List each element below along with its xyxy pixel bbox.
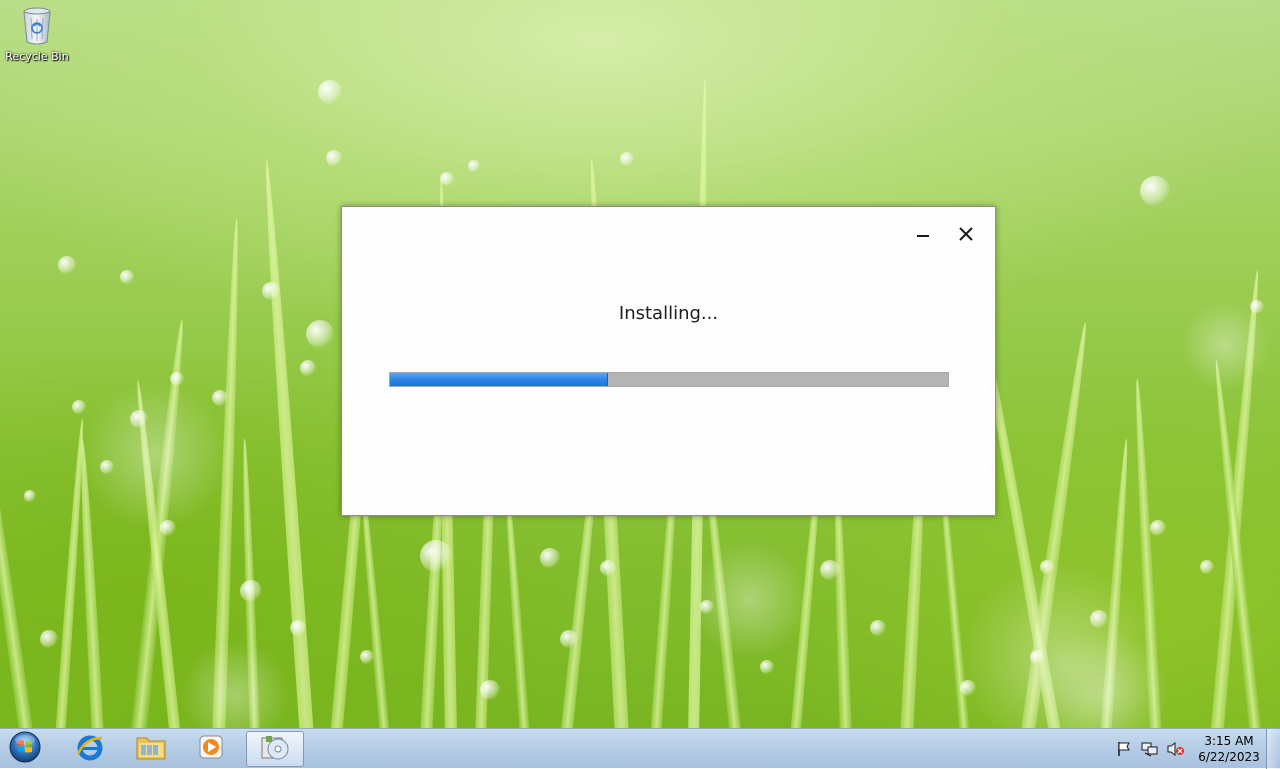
dew-drop <box>240 580 262 602</box>
close-button[interactable] <box>951 221 981 251</box>
dew-drop <box>318 80 342 104</box>
network-icon[interactable] <box>1140 739 1160 759</box>
close-icon <box>958 226 974 246</box>
media-player-icon <box>196 732 226 766</box>
taskbar-item-installer[interactable] <box>246 731 304 767</box>
recycle-bin-label: Recycle Bin <box>5 50 69 63</box>
dew-drop <box>468 160 480 172</box>
clock-date: 6/22/2023 <box>1198 750 1260 764</box>
dew-drop <box>820 560 840 580</box>
grass-blade <box>0 360 34 728</box>
dew-drop <box>72 400 86 414</box>
dew-drop <box>24 490 36 502</box>
start-button[interactable] <box>6 731 44 767</box>
dew-drop <box>440 172 454 186</box>
dew-drop <box>620 152 634 166</box>
minimize-icon <box>916 227 930 246</box>
dew-drop <box>300 360 316 376</box>
install-status-text: Installing... <box>618 303 719 324</box>
volume-muted-icon[interactable] <box>1166 739 1186 759</box>
dew-drop <box>40 630 58 648</box>
dew-drop <box>760 660 774 674</box>
dew-drop <box>480 680 500 700</box>
minimize-button[interactable] <box>908 221 938 251</box>
dew-drop <box>540 548 560 568</box>
bokeh-light <box>80 380 230 530</box>
clock-time: 3:15 AM <box>1204 734 1254 748</box>
install-progress-bar <box>389 372 949 387</box>
taskbar-item-windows-explorer[interactable] <box>123 731 179 767</box>
action-center-flag-icon[interactable] <box>1114 739 1134 759</box>
dew-drop <box>600 560 616 576</box>
taskbar-item-internet-explorer[interactable] <box>62 731 118 767</box>
dew-drop <box>870 620 886 636</box>
dew-drop <box>360 650 374 664</box>
install-progress-fill <box>390 373 608 386</box>
internet-explorer-icon <box>75 732 105 766</box>
installer-dialog: Installing... <box>341 206 996 516</box>
dew-drop <box>306 320 334 348</box>
dew-drop <box>212 390 228 406</box>
grass-blade <box>259 158 314 728</box>
dew-drop <box>560 630 578 648</box>
folder-explorer-icon <box>135 733 167 765</box>
dew-drop <box>420 540 452 572</box>
taskbar-clock[interactable]: 3:15 AM 6/22/2023 <box>1196 733 1262 765</box>
show-desktop-button[interactable] <box>1266 729 1280 769</box>
taskbar-item-media-player[interactable] <box>183 731 239 767</box>
dew-drop <box>290 620 306 636</box>
bokeh-light <box>180 640 290 728</box>
dew-drop <box>120 270 134 284</box>
dew-drop <box>1150 520 1166 536</box>
dew-drop <box>326 150 342 166</box>
dew-drop <box>1200 560 1214 574</box>
bokeh-light <box>690 540 810 660</box>
dew-drop <box>1140 176 1170 206</box>
windows-start-orb-icon <box>8 730 42 768</box>
dew-drop <box>262 282 280 300</box>
bokeh-light <box>1180 300 1270 390</box>
installer-disc-icon <box>259 732 291 766</box>
system-tray <box>1114 729 1192 769</box>
dew-drop <box>58 256 76 274</box>
desktop-icon-recycle-bin[interactable]: Recycle Bin <box>4 6 70 63</box>
recycle-bin-icon <box>22 6 52 46</box>
taskbar: 3:15 AM 6/22/2023 <box>0 728 1280 769</box>
